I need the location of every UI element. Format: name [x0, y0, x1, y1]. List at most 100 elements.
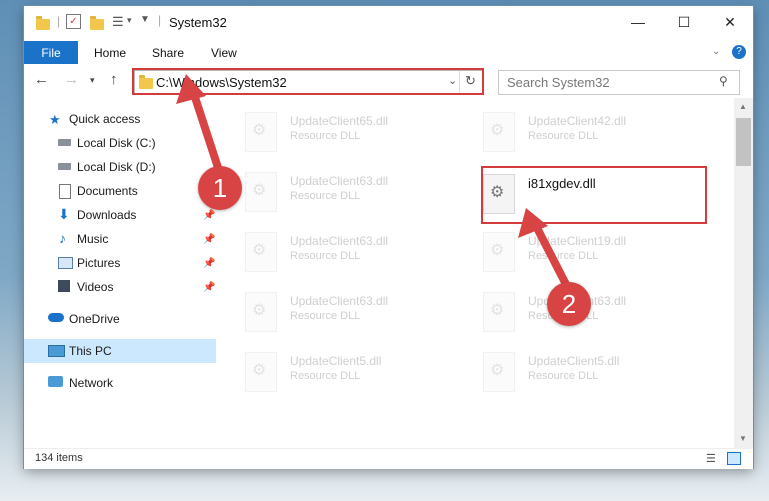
close-button[interactable]: ✕ [707, 6, 753, 38]
file-name: UpdateClient63.dll [290, 294, 389, 308]
close-icon: ✕ [724, 13, 736, 30]
dll-file-icon: ⚙ [245, 112, 277, 152]
refresh-icon[interactable]: ↻ [465, 73, 476, 89]
search-icon: ⚲ [719, 74, 728, 88]
scroll-up-icon[interactable]: ▲ [739, 102, 747, 111]
file-highlight [481, 166, 707, 224]
pictures-icon [58, 257, 73, 269]
file-type: Resource DLL [290, 190, 361, 202]
file-item[interactable]: ⚙ UpdateClient63.dll Resource DLL [218, 168, 448, 214]
computer-icon [48, 345, 65, 357]
file-type: Resource DLL [290, 250, 361, 262]
up-icon[interactable]: ↑ [110, 71, 118, 88]
dll-file-icon: ⚙ [245, 232, 277, 272]
gear-icon: ⚙ [252, 122, 267, 139]
vertical-scrollbar[interactable]: ▲ ▼ [734, 98, 753, 448]
maximize-button[interactable]: ☐ [661, 6, 707, 38]
drive-icon [58, 139, 71, 146]
search-box[interactable]: Search System32 ⚲ [498, 70, 740, 95]
videos-icon [58, 280, 70, 292]
pin-icon: 📌 [203, 281, 216, 293]
customize-toolbar-icon[interactable]: ☰ [112, 14, 124, 30]
folder-icon[interactable] [36, 16, 50, 30]
chevron-down-icon[interactable]: ▾ [127, 15, 132, 26]
cloud-icon [48, 313, 64, 322]
sidebar-item-label: Documents [77, 184, 138, 198]
scroll-thumb[interactable] [736, 118, 751, 166]
file-name: UpdateClient63.dll [290, 234, 389, 248]
maximize-icon: ☐ [677, 13, 691, 30]
expand-ribbon-icon[interactable]: ⌄ [712, 46, 720, 57]
item-count: 134 items [35, 452, 83, 464]
sidebar-item-onedrive[interactable]: OneDrive [24, 307, 216, 331]
new-folder-icon[interactable] [90, 16, 104, 30]
separator: | [57, 14, 61, 28]
details-view-icon[interactable]: ☰ [706, 452, 716, 465]
help-icon[interactable]: ? [732, 45, 746, 59]
search-placeholder: Search System32 [507, 75, 610, 90]
pin-icon: 📌 [203, 257, 216, 269]
file-item[interactable]: ⚙ UpdateClient42.dll Resource DLL [456, 108, 686, 154]
navigation-bar: ← → ▾ ↑ C:\Windows\System32 ⌄ ↻ Search S… [24, 64, 753, 98]
minimize-icon: — [631, 14, 645, 30]
file-item[interactable]: ⚙ UpdateClient65.dll Resource DLL [218, 108, 448, 154]
file-item[interactable]: ⚙ UpdateClient63.dll Resource DLL [218, 288, 448, 334]
network-icon [48, 376, 63, 387]
separator: | [158, 13, 162, 27]
back-icon[interactable]: ← [34, 71, 49, 88]
file-name: UpdateClient65.dll [290, 114, 389, 128]
window-title: System32 [169, 15, 227, 30]
file-type: Resource DLL [290, 130, 361, 142]
sidebar-item-label: This PC [69, 344, 112, 358]
file-item[interactable]: ⚙ UpdateClient5.dll Resource DLL [456, 348, 686, 394]
tab-share[interactable]: Share [152, 41, 184, 64]
dll-file-icon: ⚙ [483, 232, 515, 272]
sidebar-item-music[interactable]: ♪ Music 📌 [24, 227, 216, 251]
address-dropdown-icon[interactable]: ⌄ [448, 74, 457, 87]
ribbon-tabs: File Home Share View ⌄ ? [24, 38, 753, 65]
sidebar-item-quick-access[interactable]: ★ Quick access [24, 107, 216, 131]
forward-icon[interactable]: → [64, 71, 79, 88]
drive-icon [58, 163, 71, 170]
file-name: UpdateClient5.dll [528, 354, 620, 368]
sidebar-item-label: Music [77, 232, 109, 246]
dropdown-arrow-icon[interactable]: ▼ [140, 14, 150, 25]
sidebar-item-label: Local Disk (D:) [77, 160, 156, 174]
gear-icon: ⚙ [490, 362, 505, 379]
file-item[interactable]: ⚙ UpdateClient19.dll Resource DLL [456, 228, 686, 274]
properties-icon[interactable]: ✓ [66, 14, 81, 29]
sidebar-item-pictures[interactable]: Pictures 📌 [24, 251, 216, 275]
pin-icon: 📌 [203, 209, 216, 221]
minimize-button[interactable]: — [615, 6, 661, 38]
address-path: C:\Windows\System32 [156, 75, 287, 90]
file-item[interactable]: ⚙ UpdateClient5.dll Resource DLL [218, 348, 448, 394]
sidebar-item-downloads[interactable]: ⬇ Downloads 📌 [24, 203, 216, 227]
file-name: UpdateClient63.dll [290, 174, 389, 188]
sidebar-item-local-disk-d[interactable]: Local Disk (D:) [24, 155, 216, 179]
large-icons-view-icon[interactable] [727, 452, 741, 465]
file-item[interactable]: ⚙ UpdateClient63.dll Resource DLL [218, 228, 448, 274]
scroll-down-icon[interactable]: ▼ [739, 434, 747, 443]
file-type: Resource DLL [290, 310, 361, 322]
dll-file-icon: ⚙ [483, 112, 515, 152]
file-type: Resource DLL [290, 370, 361, 382]
tab-home[interactable]: Home [94, 41, 126, 64]
pin-icon: 📌 [203, 233, 216, 245]
step-marker-2: 2 [547, 282, 591, 326]
file-type: Resource DLL [528, 370, 599, 382]
sidebar-item-network[interactable]: Network [24, 371, 216, 395]
recent-locations-icon[interactable]: ▾ [90, 75, 95, 86]
file-name: UpdateClient5.dll [290, 354, 382, 368]
tab-file[interactable]: File [24, 41, 78, 64]
sidebar-item-label: Pictures [77, 256, 121, 270]
address-bar[interactable]: C:\Windows\System32 ⌄ ↻ [134, 70, 484, 95]
gear-icon: ⚙ [490, 242, 505, 259]
sidebar-item-label: Network [69, 376, 114, 390]
tab-view[interactable]: View [211, 41, 237, 64]
sidebar-item-documents[interactable]: Documents 📌 [24, 179, 216, 203]
sidebar-item-this-pc[interactable]: This PC [24, 339, 216, 363]
sidebar-item-videos[interactable]: Videos 📌 [24, 275, 216, 299]
file-type: Resource DLL [528, 130, 599, 142]
sidebar-item-local-disk-c[interactable]: Local Disk (C:) [24, 131, 216, 155]
dll-file-icon: ⚙ [245, 172, 277, 212]
